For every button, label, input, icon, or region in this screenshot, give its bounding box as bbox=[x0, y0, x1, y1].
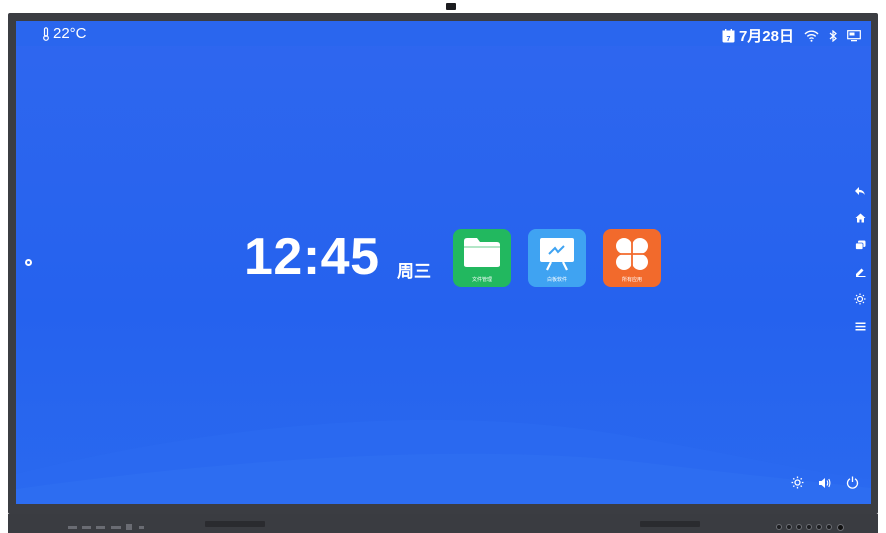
sidebar-brightness[interactable] bbox=[851, 290, 869, 308]
home-icon bbox=[855, 213, 865, 223]
apps-grid-icon bbox=[616, 238, 648, 270]
sidebar-back[interactable] bbox=[851, 182, 869, 200]
brightness-icon bbox=[854, 293, 866, 305]
calendar-icon: 7 bbox=[722, 28, 735, 43]
calendar-day: 7 bbox=[727, 36, 731, 43]
app-label: 文件管理 bbox=[471, 277, 492, 283]
usb-port bbox=[82, 526, 91, 529]
usb-port bbox=[96, 526, 105, 529]
screen: 22°C 7 7月28日 12:45 周三 文件管理 白板软件 所有应用 bbox=[16, 21, 871, 504]
volume-icon[interactable] bbox=[818, 477, 832, 489]
temperature-widget: 22°C bbox=[42, 25, 87, 42]
audio-port bbox=[139, 526, 144, 529]
front-button[interactable] bbox=[776, 524, 782, 530]
pen-icon bbox=[855, 268, 865, 277]
background-wave bbox=[16, 419, 871, 504]
front-button[interactable] bbox=[796, 524, 802, 530]
sidebar-windows[interactable] bbox=[851, 236, 869, 254]
sidebar-pen[interactable] bbox=[851, 263, 869, 281]
thermometer-icon bbox=[43, 26, 49, 41]
temperature-value: 22°C bbox=[53, 25, 87, 42]
front-button[interactable] bbox=[786, 524, 792, 530]
bluetooth-icon[interactable] bbox=[829, 29, 837, 42]
date-label: 7月28日 bbox=[738, 28, 794, 45]
back-icon bbox=[855, 187, 865, 195]
windows-icon bbox=[854, 240, 865, 250]
bottom-panel bbox=[8, 514, 878, 533]
hdmi-port bbox=[111, 526, 121, 529]
clock-time: 12:45 bbox=[244, 228, 380, 286]
bottom-controls bbox=[791, 476, 859, 489]
whiteboard-icon bbox=[540, 238, 574, 271]
folder-icon bbox=[464, 238, 500, 267]
front-button[interactable] bbox=[806, 524, 812, 530]
left-edge-handle[interactable] bbox=[25, 259, 32, 266]
date-widget: 7 7月28日 bbox=[722, 25, 794, 46]
menu-icon bbox=[855, 322, 865, 330]
front-button[interactable] bbox=[826, 524, 832, 530]
usb-port bbox=[68, 526, 77, 529]
camera bbox=[446, 3, 456, 10]
app-all-apps[interactable]: 所有应用 bbox=[603, 229, 661, 287]
screen-cast-icon[interactable] bbox=[847, 29, 861, 42]
front-button[interactable] bbox=[816, 524, 822, 530]
system-tray: 7 7月28日 bbox=[722, 25, 861, 46]
app-label: 所有应用 bbox=[621, 277, 642, 283]
touch-port bbox=[126, 524, 132, 530]
status-bar: 22°C 7 7月28日 bbox=[16, 21, 871, 46]
app-label: 白板软件 bbox=[546, 277, 567, 283]
speaker-grille-left bbox=[205, 521, 265, 527]
brightness-icon[interactable] bbox=[791, 476, 804, 489]
clock-weekday: 周三 bbox=[397, 262, 431, 281]
right-sidebar bbox=[849, 182, 871, 344]
wifi-icon[interactable] bbox=[804, 30, 819, 42]
power-button[interactable] bbox=[837, 524, 844, 531]
speaker-grille-right bbox=[640, 521, 700, 527]
power-icon[interactable] bbox=[846, 476, 859, 489]
app-whiteboard[interactable]: 白板软件 bbox=[528, 229, 586, 287]
app-file-manager[interactable]: 文件管理 bbox=[453, 229, 511, 287]
sidebar-menu[interactable] bbox=[851, 317, 869, 335]
sidebar-home[interactable] bbox=[851, 209, 869, 227]
